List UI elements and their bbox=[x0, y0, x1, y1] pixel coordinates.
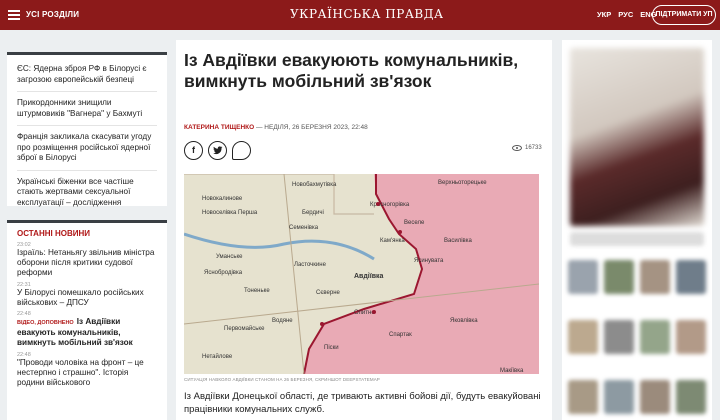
map-town-label: Новобахмутівка bbox=[292, 182, 337, 188]
map-town-label: Новоселівка Перша bbox=[202, 210, 258, 216]
news-text-current[interactable]: ВІДЕО, ДОПОВНЕНО Із Авдіївки евакують ком… bbox=[17, 317, 157, 349]
comment-icon[interactable] bbox=[232, 141, 251, 160]
map-town-label: Спартак bbox=[389, 332, 412, 338]
article-byline: КАТЕРИНА ТИЩЕНКО — НЕДІЛЯ, 26 БЕРЕЗНЯ 20… bbox=[184, 124, 368, 131]
ad-thumb bbox=[676, 320, 706, 354]
ad-thumb bbox=[568, 260, 598, 294]
map-town-label: Уманське bbox=[216, 254, 243, 260]
map-town-label: Макіївка bbox=[500, 368, 524, 374]
map-caption: СИТУАЦІЯ НАВКОЛО АВДІЇВКИ СТАНОМ НА 26 Б… bbox=[184, 377, 380, 382]
menu-icon[interactable] bbox=[8, 10, 20, 20]
all-sections-link[interactable]: УСІ РОЗДІЛИ bbox=[26, 10, 79, 19]
news-tag: ВІДЕО, ДОПОВНЕНО bbox=[17, 320, 74, 327]
map-town-label: Василівка bbox=[444, 238, 472, 244]
ad-thumb bbox=[640, 320, 670, 354]
ad-thumb bbox=[604, 320, 634, 354]
news-text[interactable]: "Проводи чоловіка на фронт – це нестерпн… bbox=[17, 358, 157, 389]
lang-rus[interactable]: РУС bbox=[618, 10, 633, 19]
map-town-label: Верхньоторецьке bbox=[438, 180, 487, 186]
article-date: — НЕДІЛЯ, 26 БЕРЕЗНЯ 2023, 22:48 bbox=[254, 124, 368, 131]
lang-ukr[interactable]: УКР bbox=[597, 10, 611, 19]
top-link-item[interactable]: Франція закликала скасувати угоду про ро… bbox=[17, 129, 157, 171]
map-town-label: Новокалинове bbox=[202, 196, 243, 202]
map-town-label: Веселе bbox=[404, 220, 425, 226]
facebook-icon[interactable]: f bbox=[184, 141, 203, 160]
map-town-label: Семенівка bbox=[289, 225, 319, 231]
support-button[interactable]: ПІДТРИМАТИ УП bbox=[652, 5, 716, 25]
top-navigation-bar: УСІ РОЗДІЛИ УКРАЇНСЬКА ПРАВДА УКР РУС EN… bbox=[0, 0, 720, 30]
ad-thumb bbox=[568, 320, 598, 354]
news-item[interactable]: 22:31 У Білорусі помешкало російських ві… bbox=[17, 282, 157, 308]
map-town-label: Кам'янка bbox=[380, 238, 405, 244]
map-town-label: Яснобродівка bbox=[204, 270, 243, 276]
deepstate-map[interactable]: Новобахмутівка Верхньоторецьке Новокалин… bbox=[184, 174, 539, 374]
top-links-panel: ЄС: Ядерна зброя РФ в Білорусі є загрозо… bbox=[7, 52, 167, 207]
site-logo[interactable]: УКРАЇНСЬКА ПРАВДА bbox=[290, 7, 444, 21]
ad-thumb bbox=[676, 380, 706, 414]
news-item[interactable]: 23:02 Ізраїль: Нетаньягу звільнив мініст… bbox=[17, 242, 157, 279]
view-count: 16733 bbox=[512, 145, 542, 151]
news-item[interactable]: 22:48 ВІДЕО, ДОПОВНЕНО Із Авдіївки евакую… bbox=[17, 311, 157, 349]
map-town-label: Яковлівка bbox=[450, 318, 478, 324]
map-town-label: Сєверне bbox=[316, 290, 341, 296]
ad-thumb bbox=[568, 380, 598, 414]
map-town-label: Первомайське bbox=[224, 325, 265, 332]
advertisement-block[interactable] bbox=[562, 40, 712, 420]
ad-thumb bbox=[640, 380, 670, 414]
ad-thumb bbox=[640, 260, 670, 294]
top-link-item[interactable]: Прикордонники знищили штурмовиків "Вагне… bbox=[17, 95, 157, 126]
twitter-icon[interactable] bbox=[208, 141, 227, 160]
news-text[interactable]: Ізраїль: Нетаньягу звільнив міністра обо… bbox=[17, 248, 157, 279]
map-town-label: Опитне bbox=[354, 310, 375, 316]
top-link-item[interactable]: Українські біженки все частіше стають же… bbox=[17, 174, 157, 215]
map-town-label: Авдіївка bbox=[354, 272, 384, 280]
ad-thumb bbox=[604, 380, 634, 414]
news-item[interactable]: 22:48 "Проводи чоловіка на фронт – це не… bbox=[17, 352, 157, 389]
map-town-label: Ласточкине bbox=[294, 262, 327, 268]
map-town-label: Ясинувата bbox=[414, 258, 444, 264]
latest-news-panel: ОСТАННІ НОВИНИ 23:02 Ізраїль: Нетаньягу … bbox=[7, 220, 167, 420]
eye-icon bbox=[512, 145, 522, 151]
article-lead: Із Авдіївки Донецької області, де триваю… bbox=[184, 391, 541, 415]
language-switcher: УКР РУС ENG bbox=[597, 10, 657, 19]
map-town-label: Красногорівка bbox=[370, 202, 410, 208]
ad-text bbox=[570, 232, 704, 246]
map-town-label: Тоненьке bbox=[244, 288, 270, 294]
map-town-label: Водяне bbox=[272, 318, 293, 324]
author-link[interactable]: КАТЕРИНА ТИЩЕНКО bbox=[184, 124, 254, 131]
ad-image bbox=[570, 48, 704, 226]
map-town-label: Бердичі bbox=[302, 210, 324, 216]
ad-thumb bbox=[676, 260, 706, 294]
top-link-item[interactable]: ЄС: Ядерна зброя РФ в Білорусі є загрозо… bbox=[17, 61, 157, 92]
article-container: Із Авдіївки евакуюють комунальників, вим… bbox=[176, 40, 552, 420]
ad-thumb bbox=[604, 260, 634, 294]
news-text[interactable]: У Білорусі помешкало російських військов… bbox=[17, 288, 157, 308]
map-town-label: Нетайлове bbox=[202, 353, 233, 360]
article-headline: Із Авдіївки евакуюють комунальників, вим… bbox=[184, 50, 519, 91]
latest-news-title: ОСТАННІ НОВИНИ bbox=[17, 229, 91, 238]
map-town-label: Піски bbox=[324, 345, 339, 351]
